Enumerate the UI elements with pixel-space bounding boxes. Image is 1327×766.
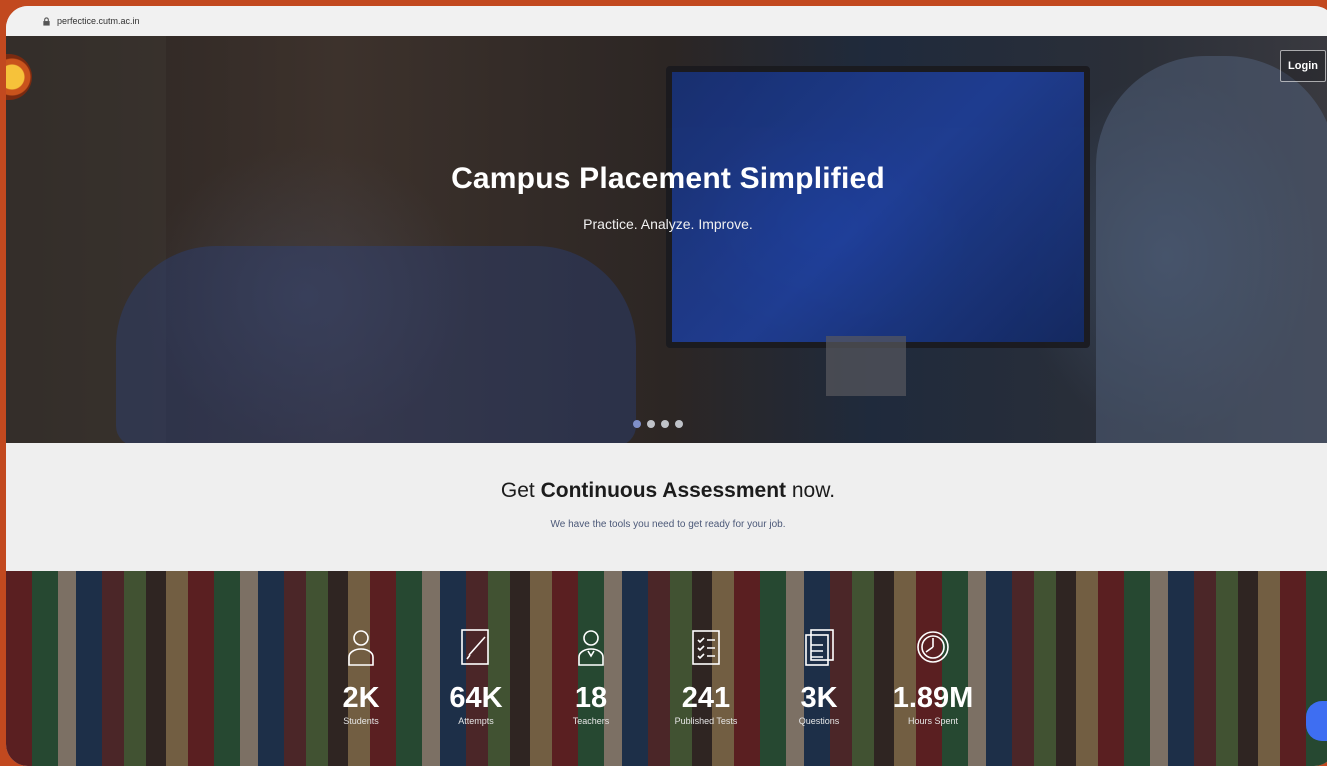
browser-window: perfectice.cutm.ac.in Login Campus Place… [6, 6, 1327, 766]
hero-subtitle: Practice. Analyze. Improve. [583, 216, 753, 232]
hero-photo-motorbike [116, 246, 636, 443]
stat-value: 2K [342, 682, 380, 714]
stat-value: 18 [574, 682, 608, 714]
hero-carousel: Login Campus Placement Simplified Practi… [6, 36, 1327, 443]
stat-attempts: 64K Attempts [421, 627, 531, 726]
stat-teachers: 18 Teachers [536, 627, 646, 726]
stat-hours-spent: 1.89M Hours Spent [878, 627, 988, 726]
assessment-subtitle: We have the tools you need to get ready … [550, 519, 786, 530]
stat-value: 1.89M [892, 682, 974, 714]
checklist-icon [692, 630, 720, 665]
stat-questions: 3K Questions [764, 627, 874, 726]
login-button[interactable]: Login [1280, 50, 1326, 82]
stat-label: Students [343, 716, 379, 726]
stat-label: Questions [798, 716, 840, 726]
hero-title: Campus Placement Simplified [451, 162, 885, 195]
user-icon [348, 630, 374, 666]
assessment-title: Get Continuous Assessment now. [6, 479, 1327, 503]
pencil-doc-icon [461, 629, 489, 665]
carousel-dot-4[interactable] [675, 420, 683, 428]
chat-button[interactable] [1306, 701, 1327, 741]
hero-photo-person-right [1096, 56, 1327, 443]
assessment-title-suffix: now. [786, 479, 836, 502]
carousel-indicators [633, 420, 683, 428]
address-bar[interactable]: perfectice.cutm.ac.in [6, 6, 1327, 37]
documents-icon [805, 629, 834, 666]
stat-label: Attempts [458, 716, 494, 726]
stat-label: Published Tests [674, 716, 738, 726]
assessment-title-bold: Continuous Assessment [540, 479, 787, 502]
stat-students: 2K Students [306, 627, 416, 726]
stats-section: 2K Students 64K Attempts 18 Teachers 241… [6, 571, 1327, 766]
stat-label: Teachers [572, 716, 610, 726]
assessment-section: Get Continuous Assessment now. We have t… [6, 443, 1327, 571]
carousel-dot-2[interactable] [647, 420, 655, 428]
hero-photo-monitor [666, 66, 1090, 348]
stat-value: 241 [681, 682, 731, 714]
carousel-dot-1[interactable] [633, 420, 641, 428]
stat-label: Hours Spent [907, 716, 959, 726]
carousel-dot-3[interactable] [661, 420, 669, 428]
lock-icon [43, 16, 50, 26]
url-text: perfectice.cutm.ac.in [57, 16, 140, 26]
clock-icon [917, 631, 949, 663]
stat-value: 64K [449, 682, 503, 714]
stat-published-tests: 241 Published Tests [651, 627, 761, 726]
hero-photo-monitor-stand [826, 336, 906, 396]
stat-value: 3K [800, 682, 838, 714]
teacher-icon [578, 630, 604, 666]
assessment-title-prefix: Get [500, 479, 541, 502]
